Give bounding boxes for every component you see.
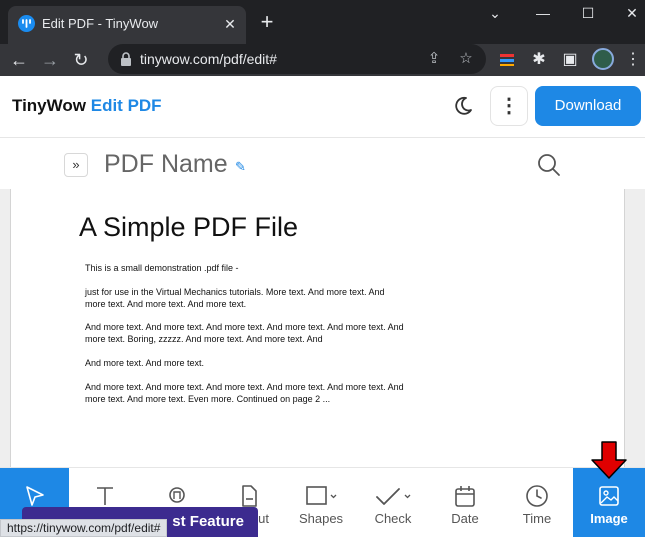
close-window-icon[interactable]: ✕: [617, 2, 645, 24]
text-icon: [97, 487, 113, 505]
app-header: TinyWow Edit PDF ⋮ Download: [0, 76, 645, 138]
check-icon: [376, 488, 411, 505]
clock-icon: [526, 485, 548, 507]
tool-label: Date: [451, 511, 479, 526]
new-tab-icon[interactable]: +: [256, 11, 278, 33]
image-icon: [599, 486, 619, 506]
page-viewport: A Simple PDF File This is a small demons…: [0, 189, 645, 467]
pdf-name[interactable]: PDF Name: [104, 150, 228, 179]
tool-time[interactable]: Time: [501, 468, 573, 537]
cursor-icon: [25, 486, 44, 506]
sign-icon: [169, 487, 185, 503]
share-icon[interactable]: ⇪: [424, 49, 444, 69]
sidepanel-icon[interactable]: ▣: [558, 48, 582, 72]
tab-title: Edit PDF - TinyWow: [42, 16, 159, 31]
pdf-page[interactable]: A Simple PDF File This is a small demons…: [10, 189, 625, 467]
tool-date[interactable]: Date: [429, 468, 501, 537]
extension-icon[interactable]: [495, 48, 519, 72]
address-bar[interactable]: tinywow.com/pdf/edit# ⇪ ☆: [108, 44, 486, 74]
pencil-icon[interactable]: ✎: [235, 159, 246, 175]
tool-check[interactable]: Check: [357, 468, 429, 537]
brand-tool-name: Edit PDF: [90, 96, 162, 115]
tool-label: Image: [590, 511, 628, 526]
browser-tabstrip: Edit PDF - TinyWow ✕ + ⌄ — ☐ ✕: [0, 0, 645, 44]
minimize-icon[interactable]: —: [528, 2, 558, 24]
document-name-bar: » PDF Name ✎: [0, 139, 645, 189]
pdf-title: A Simple PDF File: [79, 212, 299, 242]
maximize-icon[interactable]: ☐: [573, 2, 603, 24]
moon-icon[interactable]: [452, 95, 474, 117]
pdf-paragraph: And more text. And more text. And more t…: [85, 382, 404, 404]
lock-icon: [121, 52, 131, 66]
menu-icon[interactable]: ⋮: [624, 48, 642, 72]
forward-icon[interactable]: →: [38, 48, 62, 72]
browser-toolbar: ← → ↻ tinywow.com/pdf/edit# ⇪ ☆ ✱ ▣ ⋮: [0, 44, 645, 76]
brand-name: TinyWow: [12, 96, 86, 115]
more-options-button[interactable]: ⋮: [490, 86, 528, 126]
pdf-paragraph: And more text. And more text.: [85, 358, 205, 368]
tinywow-favicon-icon: [18, 15, 35, 32]
square-icon: [306, 486, 337, 505]
tool-label: Time: [522, 511, 552, 526]
browser-tab[interactable]: Edit PDF - TinyWow ✕: [8, 6, 246, 44]
pdf-paragraph: This is a small demonstration .pdf file …: [85, 263, 239, 273]
pdf-paragraph: And more text. And more text. And more t…: [85, 322, 404, 344]
search-icon[interactable]: [537, 153, 561, 177]
puzzle-icon[interactable]: ✱: [527, 48, 551, 72]
close-tab-icon[interactable]: ✕: [221, 15, 239, 33]
tab-search-icon[interactable]: ⌄: [480, 2, 510, 24]
reload-icon[interactable]: ↻: [69, 48, 93, 72]
url-text: tinywow.com/pdf/edit#: [140, 51, 277, 67]
back-icon[interactable]: ←: [7, 48, 31, 72]
brand-logo[interactable]: TinyWow Edit PDF: [12, 96, 162, 116]
red-arrow-annotation: [591, 441, 627, 479]
tool-label: Check: [374, 511, 412, 526]
download-button[interactable]: Download: [535, 86, 641, 126]
pdf-paragraph: just for use in the Virtual Mechanics tu…: [85, 287, 385, 309]
status-bar-url: https://tinywow.com/pdf/edit#: [0, 519, 168, 537]
calendar-icon: [455, 486, 475, 507]
whiteout-icon: [242, 485, 257, 507]
avatar[interactable]: [592, 48, 614, 70]
tool-label: Shapes: [298, 511, 344, 526]
bookmark-star-icon[interactable]: ☆: [456, 49, 476, 69]
tool-shapes[interactable]: Shapes: [285, 468, 357, 537]
expand-sidebar-icon[interactable]: »: [64, 153, 88, 177]
